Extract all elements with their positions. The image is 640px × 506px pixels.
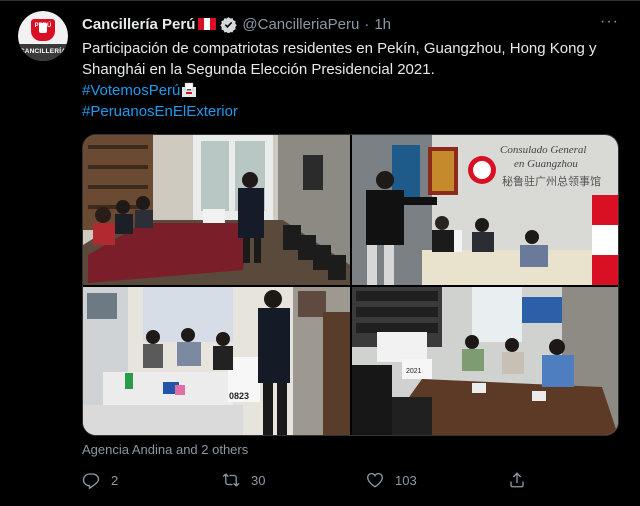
reply-button[interactable]: 2 (82, 471, 118, 489)
tweet-text-line-1: Participación de compatriotas residentes… (82, 40, 597, 57)
hashtag-line-2: #PeruanosEnElExterior (82, 101, 630, 122)
tweet-card[interactable]: PERÚ CANCILLERÍA Cancillería Perú @Canci… (0, 0, 640, 506)
heart-icon (367, 472, 383, 488)
photo-shanghai-voting[interactable]: 2021 (352, 287, 618, 435)
hashtag-peruanos-en-el-exterior[interactable]: #PeruanosEnElExterior (82, 103, 238, 120)
sign-line-3: 秘鲁驻广州总领事馆 (502, 174, 601, 188)
photo-guangzhou-consulate[interactable]: Consulado General en Guangzhou 秘鲁驻广州总领事馆 (352, 135, 618, 285)
hashtag-line-1: #VotemosPerú (82, 80, 630, 101)
retweet-count: 30 (251, 472, 266, 488)
handle[interactable]: @CancilleriaPeru (242, 16, 359, 33)
photo-hongkong-voting[interactable]: 0823 (83, 287, 350, 435)
avatar-shield-text: PERÚ (34, 23, 52, 29)
photo-1-image (83, 135, 350, 285)
photo-beijing-voting[interactable] (83, 135, 350, 285)
share-button[interactable] (508, 471, 537, 489)
tagged-users[interactable]: Agencia Andina and 2 others (82, 442, 248, 457)
avatar[interactable]: PERÚ CANCILLERÍA (18, 11, 68, 61)
sign-line-1: Consulado General (500, 144, 586, 156)
photo-4-image: 2021 (352, 287, 618, 435)
hashtag-votemos-peru[interactable]: #VotemosPerú (82, 82, 180, 99)
verified-badge-icon (220, 16, 238, 33)
retweet-button[interactable]: 30 (222, 471, 265, 489)
share-icon (510, 472, 524, 488)
display-name[interactable]: Cancillería Perú (82, 16, 195, 33)
timestamp[interactable]: 1h (374, 16, 391, 33)
more-icon[interactable]: ··· (600, 14, 618, 30)
avatar-band-text: CANCILLERÍA (19, 48, 67, 55)
retweet-icon (222, 473, 240, 487)
reply-icon (82, 473, 100, 489)
ballot-box-label: 0823 (229, 391, 249, 401)
like-count: 103 (395, 472, 417, 488)
separator-dot: · (364, 15, 370, 33)
action-bar: 2 30 103 (82, 471, 622, 491)
photo-2-image: Consulado General en Guangzhou 秘鲁驻广州总领事馆 (352, 135, 618, 285)
tweet-header: Cancillería Perú @CancilleriaPeru · 1h (82, 14, 391, 34)
photo-3-image: 0823 (83, 287, 350, 435)
ballot-box-year: 2021 (406, 368, 422, 375)
like-button[interactable]: 103 (366, 471, 417, 489)
tweet-text-line-2: Shanghái en la Segunda Elección Presiden… (82, 61, 435, 78)
tweet-text: Participación de compatriotas residentes… (82, 38, 630, 122)
peru-flag-emoji (198, 18, 217, 30)
sign-line-2: en Guangzhou (514, 158, 578, 170)
media-grid: Consulado General en Guangzhou 秘鲁驻广州总领事馆 (82, 134, 619, 436)
ballot-box-emoji (182, 82, 197, 97)
reply-count: 2 (111, 472, 119, 488)
